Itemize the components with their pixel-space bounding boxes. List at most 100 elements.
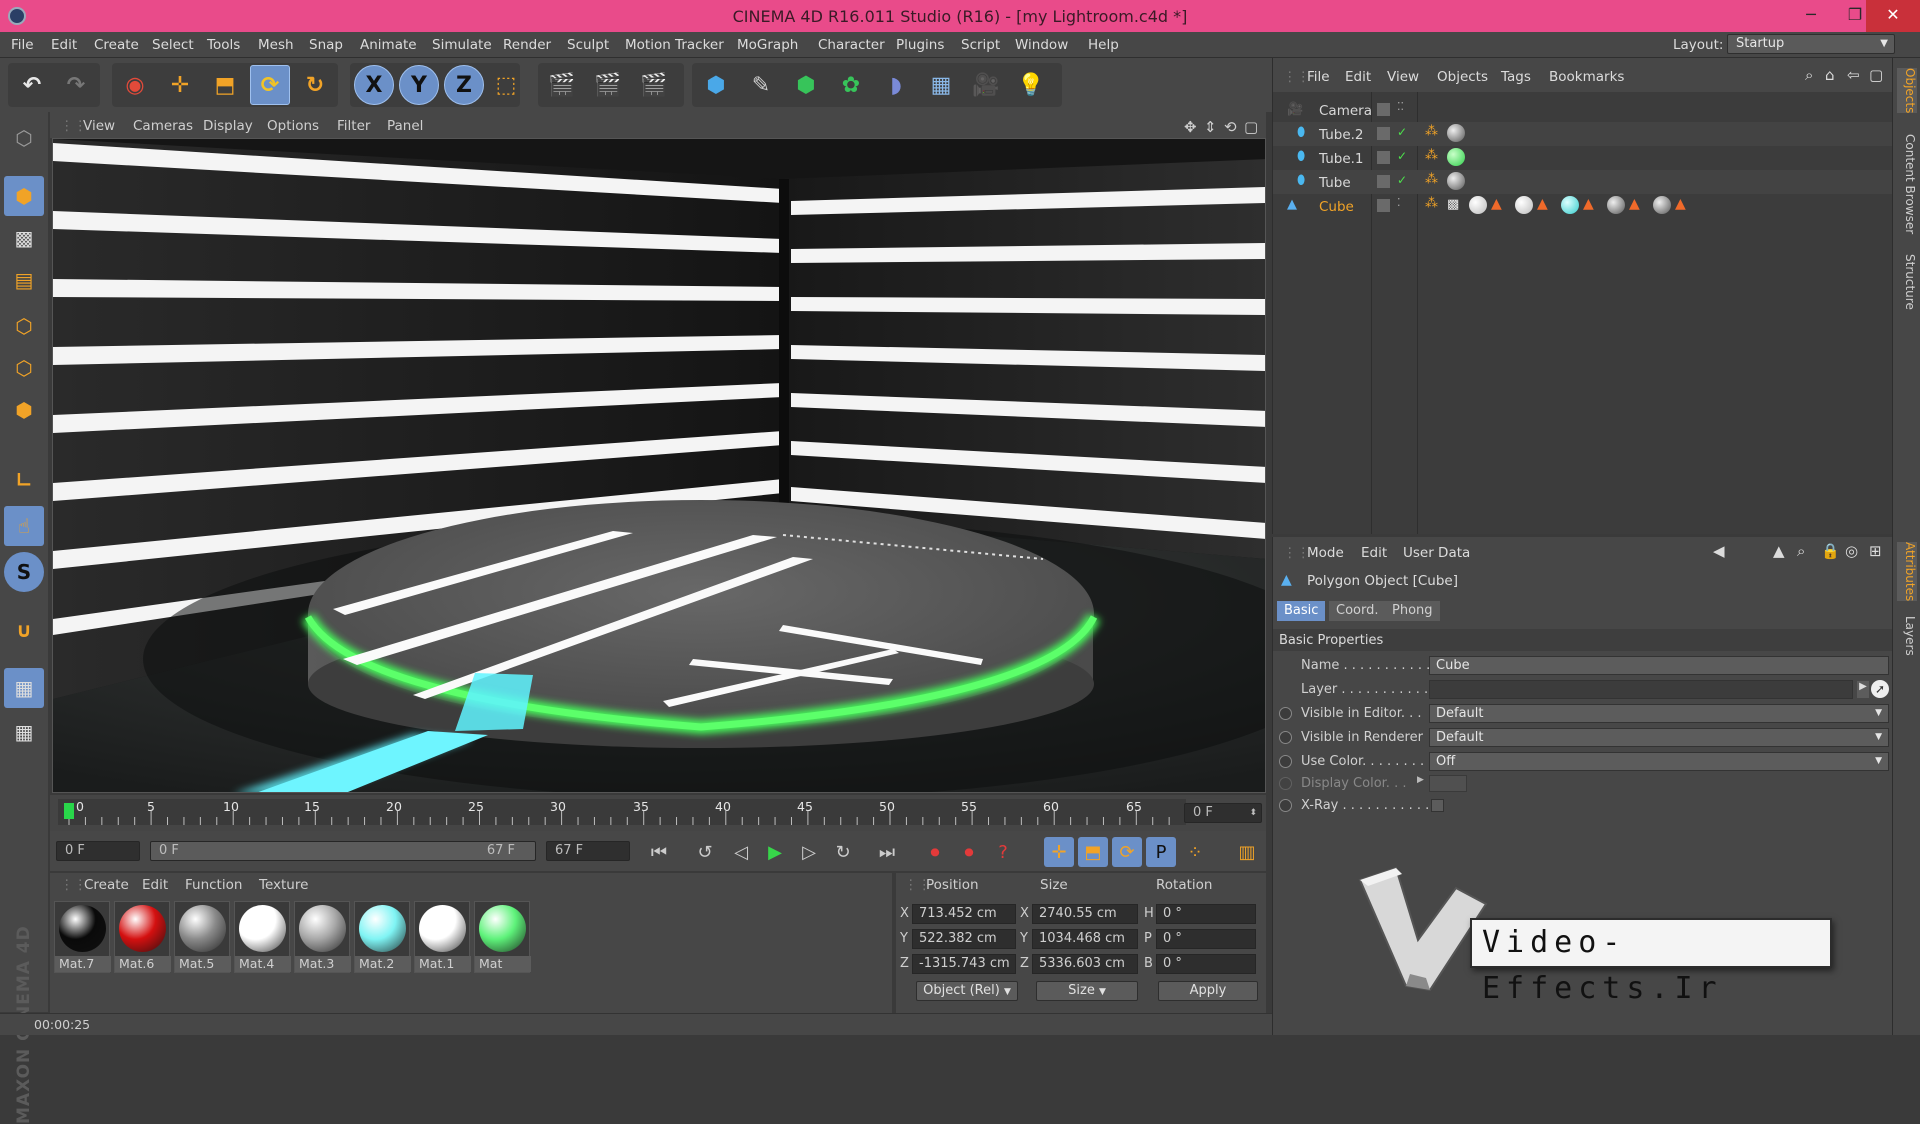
menu-tools[interactable]: Tools — [207, 37, 240, 53]
floor-icon[interactable]: ▦ — [921, 65, 961, 105]
redo-icon[interactable]: ↷ — [56, 65, 96, 105]
next-frame-icon[interactable]: ▷ — [794, 837, 824, 867]
attr-menu-user-data[interactable]: User Data — [1403, 545, 1470, 561]
tab-phong[interactable]: Phong — [1385, 601, 1440, 621]
menu-file[interactable]: File — [11, 37, 34, 53]
material-menu-edit[interactable]: Edit — [142, 877, 168, 893]
visible-in-renderer-dropdown[interactable]: Default ▼ — [1429, 728, 1889, 747]
close-button[interactable]: ✕ — [1866, 0, 1920, 32]
name-input[interactable]: Cube — [1429, 656, 1889, 675]
tab-content-browser[interactable]: Content Browser — [1897, 134, 1917, 234]
enabled-check-icon[interactable]: ✓ — [1397, 173, 1407, 187]
animation-radio[interactable] — [1279, 707, 1292, 720]
material-tag-icon[interactable] — [1561, 196, 1579, 214]
min-frame-field[interactable]: 0 F — [56, 841, 140, 861]
size-x-field[interactable]: 2740.55 cm — [1032, 904, 1138, 924]
edges-mode-icon[interactable]: ⬡ — [4, 348, 44, 388]
menu-create[interactable]: Create — [94, 37, 139, 53]
menu-help[interactable]: Help — [1088, 37, 1119, 53]
layer-arrow-icon[interactable]: ▶ — [1857, 681, 1869, 698]
previous-frame-icon[interactable]: ◁ — [726, 837, 756, 867]
object-row-tube1[interactable]: ⬮ Tube.1 ✓ ⁂ — [1273, 146, 1893, 170]
render-view-icon[interactable]: 🎬 — [542, 65, 582, 105]
menu-sculpt[interactable]: Sculpt — [567, 37, 609, 53]
timeline-ruler[interactable]: 0 5 10 15 20 25 30 35 40 45 50 55 60 65 … — [50, 795, 1266, 831]
material-menu-texture[interactable]: Texture — [259, 877, 308, 893]
timeline-scheme-icon[interactable]: ▥ — [1232, 837, 1262, 867]
planar-workplane-icon[interactable]: ▦ — [4, 712, 44, 752]
object-row-tube[interactable]: ⬮ Tube ✓ ⁂ — [1273, 170, 1893, 194]
position-x-field[interactable]: 713.452 cm — [912, 904, 1016, 924]
new-panel-icon[interactable]: ⊞ — [1869, 542, 1882, 560]
tab-structure[interactable]: Structure — [1897, 254, 1917, 310]
material-swatch[interactable]: Mat.1 — [414, 901, 471, 973]
tab-layers[interactable]: Layers — [1897, 616, 1917, 656]
animation-radio[interactable] — [1279, 755, 1292, 768]
viewport-menu-options[interactable]: Options — [267, 118, 319, 134]
key-pla-icon[interactable]: ⁘ — [1180, 837, 1210, 867]
up-arrow-icon[interactable]: ▲ — [1773, 542, 1785, 560]
xray-checkbox[interactable] — [1431, 799, 1444, 812]
menu-mograph[interactable]: MoGraph — [737, 37, 798, 53]
apply-button[interactable]: Apply — [1158, 981, 1258, 1001]
tab-objects[interactable]: Objects — [1897, 68, 1917, 114]
material-tag-icon[interactable] — [1653, 196, 1671, 214]
rotate-icon[interactable]: ⟳ — [250, 65, 290, 105]
magnet-icon[interactable]: ∪ — [4, 610, 44, 650]
texture-mode-icon[interactable]: ▩ — [4, 218, 44, 258]
attr-menu-edit[interactable]: Edit — [1361, 545, 1387, 561]
rotation-p-field[interactable]: 0 ° — [1156, 929, 1256, 949]
object-menu-file[interactable]: File — [1307, 69, 1330, 85]
animation-radio[interactable] — [1279, 799, 1292, 812]
material-swatch[interactable]: Mat.6 — [114, 901, 171, 973]
z-axis-lock-button[interactable]: Z — [444, 65, 484, 105]
enabled-check-icon[interactable]: ✓ — [1397, 125, 1407, 139]
model-mode-icon[interactable]: ⬢ — [4, 176, 44, 216]
menu-window[interactable]: Window — [1015, 37, 1068, 53]
light-icon[interactable]: 💡 — [1011, 65, 1051, 105]
record-keys-icon[interactable]: ⏺ — [920, 837, 950, 867]
material-swatch[interactable]: Mat.4 — [234, 901, 291, 973]
object-list[interactable]: 🎥 Camera ⁚⁚ ⬮ Tube.2 ✓ ⁂ ⬮ Tube.1 ✓ ⁂ ⬮ … — [1273, 92, 1893, 534]
preview-range-slider[interactable]: 0 F 67 F — [150, 841, 536, 861]
points-mode-icon[interactable]: ⬡ — [4, 306, 44, 346]
menu-select[interactable]: Select — [152, 37, 194, 53]
scale-icon[interactable]: ⬒ — [205, 65, 245, 105]
previous-key-icon[interactable]: ↺ — [690, 837, 720, 867]
settings-icon[interactable]: ◎ — [1845, 542, 1858, 560]
workplane-lock-icon[interactable]: ▦ — [4, 668, 44, 708]
camera-icon[interactable]: 🎥 — [966, 65, 1006, 105]
tab-coord[interactable]: Coord. — [1329, 601, 1386, 621]
key-scale-icon[interactable]: ⬒ — [1078, 837, 1108, 867]
object-menu-tags[interactable]: Tags — [1501, 69, 1531, 85]
minimize-button[interactable]: ─ — [1790, 0, 1832, 32]
key-rotation-icon[interactable]: ⟳ — [1112, 837, 1142, 867]
live-selection-icon[interactable]: ◉ — [115, 65, 155, 105]
material-swatch[interactable]: Mat.2 — [354, 901, 411, 973]
viewport-menu-cameras[interactable]: Cameras — [133, 118, 193, 134]
go-to-end-icon[interactable]: ⏭ — [872, 837, 902, 867]
polygons-mode-icon[interactable]: ⬢ — [4, 390, 44, 430]
back-icon[interactable]: ⇦ — [1847, 66, 1860, 84]
material-tag-icon[interactable] — [1515, 196, 1533, 214]
viewport-menu-panel[interactable]: Panel — [387, 118, 423, 134]
object-row-tube2[interactable]: ⬮ Tube.2 ✓ ⁂ — [1273, 122, 1893, 146]
menu-render[interactable]: Render — [503, 37, 551, 53]
material-tag-icon[interactable] — [1447, 124, 1465, 142]
recent-tool-icon[interactable]: ↻ — [295, 65, 335, 105]
max-frame-field[interactable]: 67 F — [546, 841, 630, 861]
current-frame-field[interactable]: 0 F ⬍ — [1184, 803, 1262, 823]
enabled-check-icon[interactable]: ✓ — [1397, 149, 1407, 163]
menu-snap[interactable]: Snap — [309, 37, 343, 53]
viewport-move-icon[interactable]: ✥ — [1184, 118, 1197, 136]
spline-pen-icon[interactable]: ✎ — [741, 65, 781, 105]
next-key-icon[interactable]: ↻ — [828, 837, 858, 867]
make-editable-icon[interactable]: ⬡ — [4, 118, 44, 158]
expand-arrow-icon[interactable]: ▶ — [1417, 775, 1424, 785]
material-swatch[interactable]: Mat.3 — [294, 901, 351, 973]
render-settings-icon[interactable]: 🎬 — [634, 65, 674, 105]
menu-character[interactable]: Character — [818, 37, 885, 53]
size-y-field[interactable]: 1034.468 cm — [1032, 929, 1138, 949]
menu-motion-tracker[interactable]: Motion Tracker — [625, 37, 724, 53]
undo-icon[interactable]: ↶ — [12, 65, 52, 105]
